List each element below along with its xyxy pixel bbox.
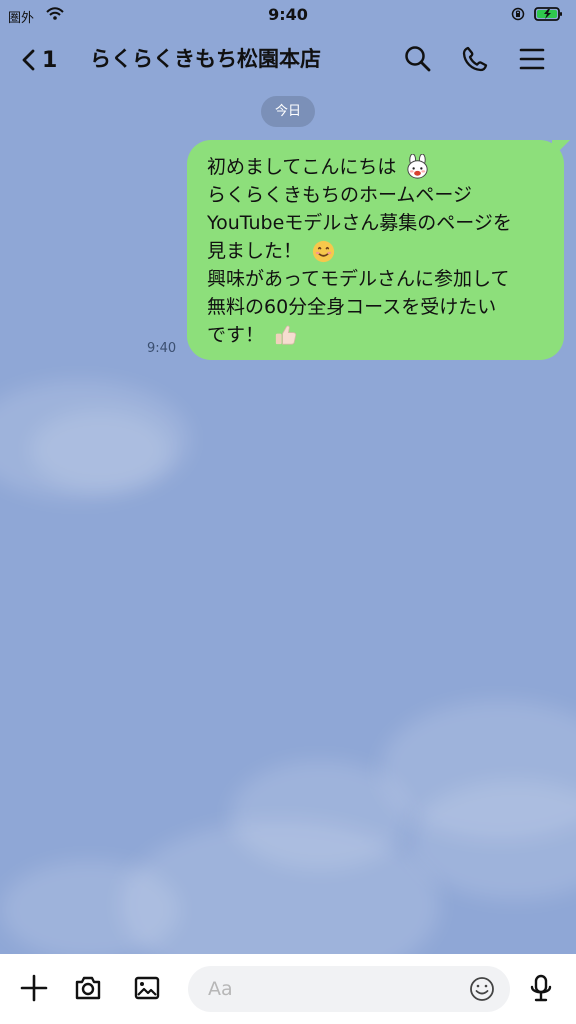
message-line: です！ (207, 321, 546, 349)
message-line: 見ました！ (207, 237, 546, 265)
message-text: です！ (207, 324, 265, 346)
image-icon[interactable] (131, 972, 163, 1004)
message-time: 9:40 (147, 341, 177, 356)
background-cloud (0, 860, 180, 960)
message-text: 見ました！ (207, 240, 303, 262)
menu-button[interactable] (517, 44, 547, 74)
message-line: YouTubeモデルさん募集のページを (207, 209, 546, 237)
unread-count: 1 (42, 47, 58, 73)
menu-icon (519, 48, 545, 70)
smile-icon (312, 240, 335, 263)
status-bar: 圏外 9:40 (0, 0, 576, 32)
battery-icon (534, 7, 562, 21)
chat-header: 1 らくらくきもち松園本店 (0, 32, 576, 88)
background-cloud (30, 410, 170, 490)
composer-bar (0, 954, 576, 1024)
search-icon (405, 46, 431, 72)
emoji-icon[interactable] (468, 975, 496, 1003)
background-cloud (230, 760, 410, 870)
chevron-left-icon (22, 49, 35, 71)
rabbit-sticker-icon (407, 154, 429, 179)
message-text: 無料の60分全身コースを受けたい (207, 296, 497, 318)
bubble-tail (552, 140, 570, 158)
message-text: YouTubeモデルさん募集のページを (207, 212, 512, 234)
message-line: 興味があってモデルさんに参加して (207, 265, 546, 293)
sent-message-bubble[interactable]: 初めましてこんにちは らくらくきもちのホームページ YouTubeモデルさん募集… (187, 140, 564, 360)
thumbs-up-icon (275, 325, 297, 345)
message-line: らくらくきもちのホームページ (207, 181, 546, 209)
message-text: らくらくきもちのホームページ (207, 184, 473, 206)
status-time: 9:40 (268, 5, 308, 24)
chat-title: らくらくきもち松園本店 (90, 47, 321, 71)
back-button[interactable]: 1 (20, 40, 72, 80)
date-chip: 今日 (261, 96, 315, 127)
search-button[interactable] (402, 44, 432, 74)
message-input[interactable] (188, 966, 510, 1012)
message-text: 初めましてこんにちは (207, 156, 397, 178)
message-line: 無料の60分全身コースを受けたい (207, 293, 546, 321)
camera-icon[interactable] (72, 972, 104, 1004)
message-input-container[interactable] (188, 966, 510, 1012)
chat-screen: 圏外 9:40 1 らくらくきもち松園本店 今日 9:40 初めましてこんにちは… (0, 0, 576, 1024)
call-button[interactable] (460, 44, 490, 74)
phone-icon (462, 46, 488, 72)
message-line: 初めましてこんにちは (207, 153, 546, 181)
lock-icon (511, 7, 525, 21)
message-text: 興味があってモデルさんに参加して (207, 268, 510, 290)
plus-icon[interactable] (18, 972, 50, 1004)
mic-icon[interactable] (525, 972, 557, 1004)
